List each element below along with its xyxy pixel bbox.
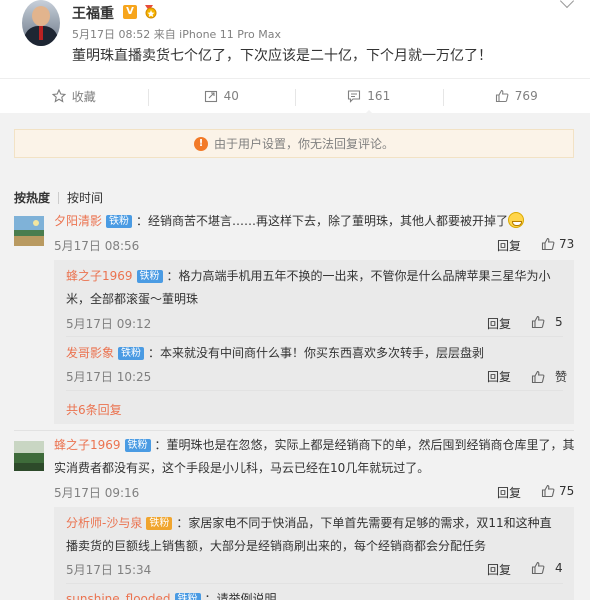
sub-reply-content: ：格力高端手机用五年不换的一出来，不管你是什么品牌苹果三星华为小 [166,269,551,283]
post-text: 董明珠直播卖货七个亿了，下次应该是二十亿，下个月就一万亿了！ [72,48,492,64]
notice-text: 由于用户设置，你无法回复评论。 [213,137,394,151]
star-icon [51,89,66,103]
fan-badge: 铁粉 [118,347,145,360]
comment-like-button[interactable]: 73 [541,237,574,251]
reply-button[interactable]: 回复 [497,484,521,501]
comment-count: 161 [367,89,391,103]
sort-divider [58,191,60,204]
comment-icon [348,90,361,103]
reply-button[interactable]: 回复 [497,237,521,254]
sub-reply-time: 5月17日 09:12 [66,317,152,331]
warning-icon: ! [193,136,208,151]
comment-username[interactable]: 夕阳清影 [54,214,102,228]
commenter-avatar[interactable] [14,216,44,246]
thumbs-up-icon [531,315,545,329]
sort-by-hot[interactable]: 按热度 [14,189,50,206]
comment-time: 5月17日 08:56 [54,239,140,253]
comment-content: ：经销商苦不堪言……再这样下去，除了董明珠，其他人都要被开掉了 [136,214,509,228]
sub-reply-text-line2: 播卖货的巨额线上销售额，大部分是经销商刷出来的，每个经销商都会分配任务 [66,539,487,553]
comment-text-line2: 实消费者都没有买，这个手段是小儿科，马云已经在10几年就玩过了。 [54,461,430,475]
sub-reply-text: 发哥影象 铁粉 ：本来就没有中间商什么事！你买东西喜欢多次转手，层层盘剥 [66,342,484,364]
thumbs-up-icon [541,484,555,498]
thumbs-up-icon [541,237,555,251]
verified-icon: V [123,5,137,19]
fan-badge: 铁粉 [136,270,163,283]
repost-icon [204,90,217,103]
chevron-down-icon[interactable] [559,0,575,9]
post-meta: 5月17日 08:52 来自 iPhone 11 Pro Max [72,28,281,41]
sub-reply-like-count: 5 [555,315,563,329]
favorite-button[interactable]: 收藏 [0,79,148,113]
author-avatar[interactable] [22,0,60,46]
sub-reply-username[interactable]: 分析师-沙与泉 [66,516,142,530]
fan-badge: 铁粉 [124,439,151,452]
reply-button[interactable]: 回复 [487,368,511,385]
sub-reply-like-button[interactable]: 5 [531,315,563,329]
medal-icon [145,5,157,19]
comment-like-button[interactable]: 75 [541,484,574,498]
sub-reply-like-count: 赞 [555,370,568,384]
sub-reply-text: 蜂之子1969 铁粉 ：格力高端手机用五年不换的一出来，不管你是什么品牌苹果三星华为… [66,265,551,287]
comment-username[interactable]: 蜂之子1969 [54,438,121,452]
comment-like-count: 73 [559,237,575,251]
repost-count: 40 [223,89,239,103]
comment-like-count: 75 [559,484,575,498]
thumbs-up-icon [531,561,545,575]
like-count: 769 [514,89,538,103]
repost-button[interactable]: 40 [147,79,296,113]
sub-reply-text-line2: 米，全部都滚蛋～董明珠 [66,292,199,306]
weibo-post: 王福重 V 5月17日 08:52 来自 iPhone 11 Pro Max 董… [0,0,590,78]
sub-reply-divider [66,390,563,391]
sub-reply-like-count: 4 [555,561,563,575]
sub-reply-time: 5月17日 10:25 [66,370,152,384]
thumbs-up-icon [495,89,509,103]
sub-reply-username[interactable]: 蜂之子1969 [66,269,133,283]
sort-by-time[interactable]: 按时间 [67,189,103,206]
more-replies-link[interactable]: 共6条回复 [66,401,122,418]
sub-reply-like-button[interactable]: 4 [531,561,563,575]
sub-reply-content: ：本来就没有中间商什么事！你买东西喜欢多次转手，层层盘剥 [148,346,485,360]
reply-button[interactable]: 回复 [487,315,511,332]
grin-emoji-icon [508,212,525,228]
sub-reply-time: 5月17日 15:34 [66,563,152,577]
comment-sort: 按热度 按时间 [14,189,103,206]
reply-disabled-notice: ! 由于用户设置，你无法回复评论。 [14,129,574,158]
sub-reply-username[interactable]: 发哥影象 [66,346,114,360]
reply-button[interactable]: 回复 [487,561,511,578]
comment-button[interactable]: 161 [295,79,443,115]
fan-badge: 铁粉 [146,517,173,530]
author-name[interactable]: 王福重 [72,3,114,23]
comment-time: 5月17日 09:16 [54,486,140,500]
comment-content: ：董明珠也是在忽悠，实际上都是经销商下的单，然后囤到经销商仓库里了，其 [154,438,575,452]
sub-reply-divider [66,583,563,584]
thumbs-up-icon [531,370,545,383]
sub-reply-like-button[interactable]: 赞 [531,368,567,385]
post-action-bar: 收藏 40 161 769 [0,78,590,115]
favorite-label: 收藏 [71,89,96,104]
fan-badge: 铁粉 [106,215,133,228]
commenter-avatar[interactable] [14,441,44,471]
sub-reply-content: ：家居家电不同于快消品，下单首先需要有足够的需求，双11和这种直 [176,516,552,530]
like-button[interactable]: 769 [442,79,590,113]
sub-reply-divider [66,336,563,337]
comment-text: 蜂之子1969 铁粉 ：董明珠也是在忽悠，实际上都是经销商下的单，然后囤到经销商仓库… [54,434,575,456]
comment-text: 夕阳清影 铁粉 ：经销商苦不堪言……再这样下去，除了董明珠，其他人都要被开掉了 [54,210,525,232]
comment-divider [14,430,574,431]
sub-reply-text: 分析师-沙与泉 铁粉 ：家居家电不同于快消品，下单首先需要有足够的需求，双11和这种… [66,512,552,534]
